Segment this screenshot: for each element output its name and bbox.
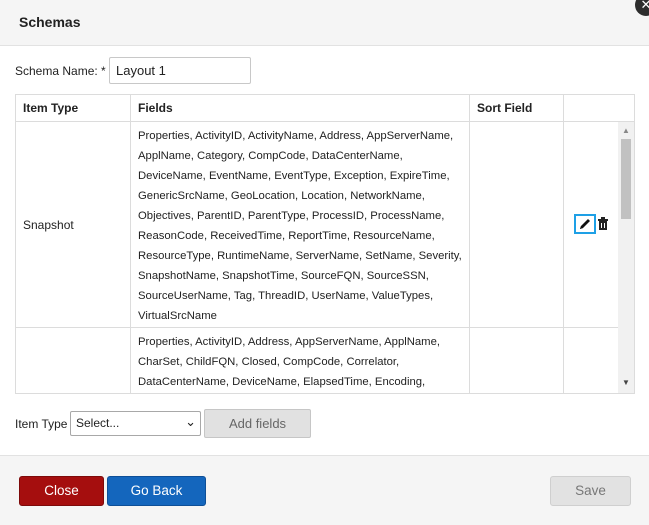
scroll-down-arrow-icon[interactable]: ▼	[622, 378, 630, 387]
schemas-dialog: Schemas ✕ Schema Name: * Item Type Field…	[0, 0, 649, 525]
item-type-select-value: Select...	[76, 416, 120, 430]
actions-cell	[564, 122, 618, 327]
pencil-icon	[580, 219, 590, 229]
table-row: Snapshot Properties, ActivityID, Activit…	[16, 122, 618, 328]
item-type-text: Snapshot	[23, 218, 74, 232]
trash-icon	[598, 217, 608, 230]
go-back-button[interactable]: Go Back	[107, 476, 206, 506]
schema-table: Item Type Fields Sort Field Snapshot Pro…	[15, 94, 635, 394]
scroll-up-arrow-icon[interactable]: ▲	[622, 126, 630, 135]
fields-text: Properties, ActivityID, Address, AppServ…	[138, 336, 441, 388]
actions-cell	[564, 328, 618, 393]
schema-name-label: Schema Name: *	[15, 64, 106, 78]
add-fields-button[interactable]: Add fields	[204, 409, 311, 438]
table-body[interactable]: Snapshot Properties, ActivityID, Activit…	[16, 122, 618, 393]
header-item-type: Item Type	[16, 95, 131, 121]
item-type-label: Item Type	[15, 417, 68, 431]
delete-button[interactable]	[597, 216, 609, 232]
header-fields: Fields	[131, 95, 470, 121]
header-sort-field: Sort Field	[470, 95, 564, 121]
scroll-thumb[interactable]	[621, 139, 631, 219]
sort-field-cell	[470, 122, 564, 327]
fields-text: Properties, ActivityID, ActivityName, Ad…	[138, 130, 462, 322]
item-type-cell	[16, 328, 131, 393]
header-actions	[564, 95, 634, 121]
sort-field-cell	[470, 328, 564, 393]
item-type-cell: Snapshot	[16, 122, 131, 327]
dialog-footer: Close Go Back Save	[0, 455, 649, 525]
fields-cell: Properties, ActivityID, ActivityName, Ad…	[131, 122, 470, 327]
schema-name-input[interactable]	[109, 57, 251, 84]
dialog-header: Schemas	[0, 0, 649, 46]
table-row: Properties, ActivityID, Address, AppServ…	[16, 328, 618, 393]
chevron-down-icon: ⌄	[185, 414, 196, 429]
dialog-title: Schemas	[19, 14, 81, 30]
save-button[interactable]: Save	[550, 476, 631, 506]
fields-cell: Properties, ActivityID, Address, AppServ…	[131, 328, 470, 393]
table-scrollbar[interactable]: ▲ ▼	[618, 122, 634, 393]
edit-button[interactable]	[574, 214, 596, 234]
close-button[interactable]: Close	[19, 476, 104, 506]
item-type-select[interactable]: Select... ⌄	[70, 411, 201, 436]
table-header: Item Type Fields Sort Field	[16, 95, 634, 122]
